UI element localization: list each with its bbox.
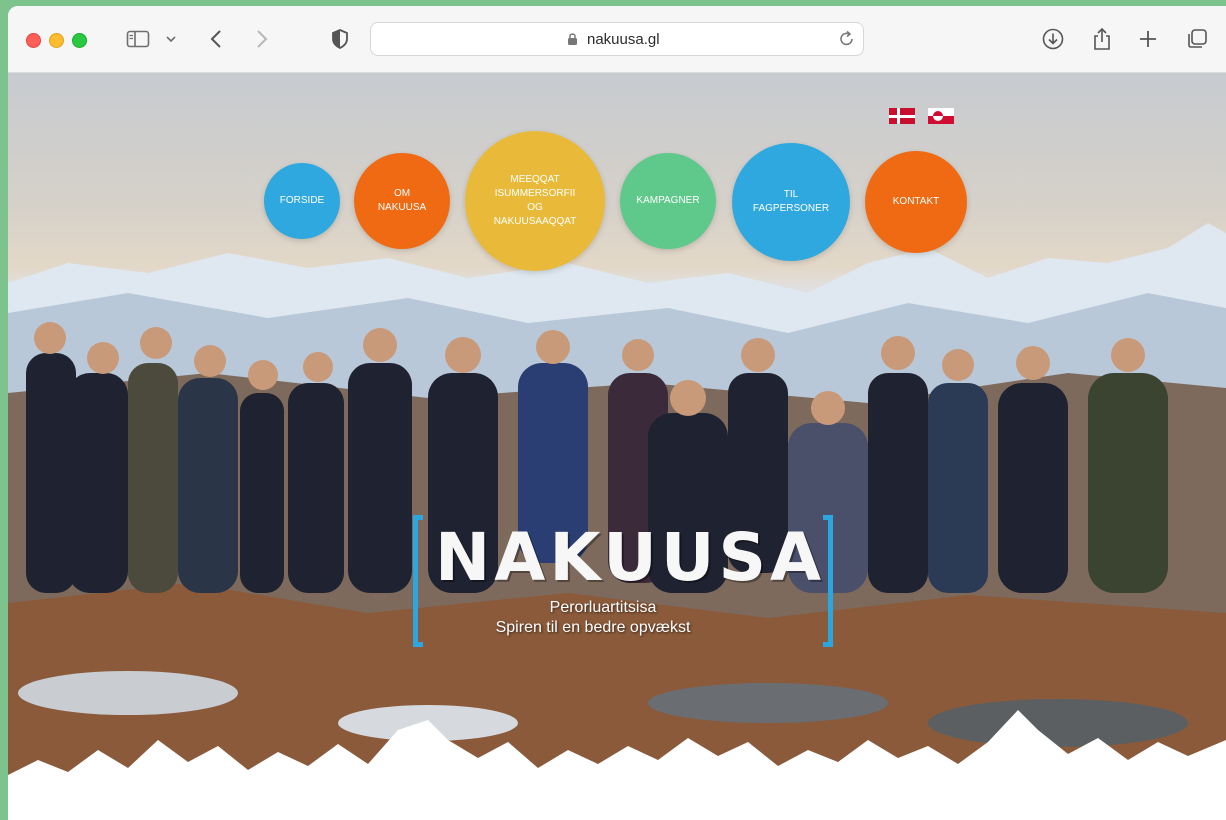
reload-icon[interactable] (839, 30, 855, 53)
logo-tagline-kl: Perorluartitsisa (549, 599, 657, 616)
share-icon[interactable] (1089, 26, 1115, 52)
lock-icon (567, 32, 578, 51)
greenlandic-flag-icon[interactable] (928, 108, 954, 124)
minimize-window-button[interactable] (49, 33, 64, 48)
nav-meeqqat-isummersorfii[interactable]: MEEQQAT ISUMMERSORFII OG NAKUUSAAQQAT (465, 131, 605, 271)
chevron-down-icon[interactable] (164, 26, 178, 52)
logo-tagline-da: Spiren til en bedre opvækst (495, 619, 691, 636)
zoom-window-button[interactable] (72, 33, 87, 48)
nav-til-fagpersoner[interactable]: TIL FAGPERSONER (732, 143, 850, 261)
sidebar-icon[interactable] (124, 26, 152, 52)
nav-kontakt[interactable]: KONTAKT (865, 151, 967, 253)
nav-forside[interactable]: FORSIDE (264, 163, 340, 239)
hero-banner: FORSIDE OM NAKUUSA MEEQQAT ISUMMERSORFII… (8, 73, 1226, 820)
privacy-shield-icon[interactable] (329, 26, 351, 52)
browser-window: nakuusa.gl FORSIDE OM NAKUUSA MEEQQAT IS… (8, 6, 1226, 820)
torn-paper-edge (8, 710, 1226, 820)
downloads-icon[interactable] (1040, 26, 1066, 52)
forward-icon[interactable] (252, 26, 272, 52)
logo-wordmark: NAKUUSA (435, 519, 826, 596)
address-bar[interactable]: nakuusa.gl (370, 22, 864, 56)
nav-om-nakuusa[interactable]: OM NAKUUSA (354, 153, 450, 249)
danish-flag-icon[interactable] (889, 108, 915, 124)
nav-kampagner[interactable]: KAMPAGNER (620, 153, 716, 249)
new-tab-icon[interactable] (1136, 26, 1160, 52)
url-text: nakuusa.gl (587, 31, 660, 48)
back-icon[interactable] (206, 26, 226, 52)
nakuusa-logo[interactable]: NAKUUSA Perorluartitsisa Spiren til en b… (413, 515, 833, 647)
close-window-button[interactable] (26, 33, 41, 48)
browser-toolbar: nakuusa.gl (8, 6, 1226, 73)
tab-overview-icon[interactable] (1184, 26, 1210, 52)
